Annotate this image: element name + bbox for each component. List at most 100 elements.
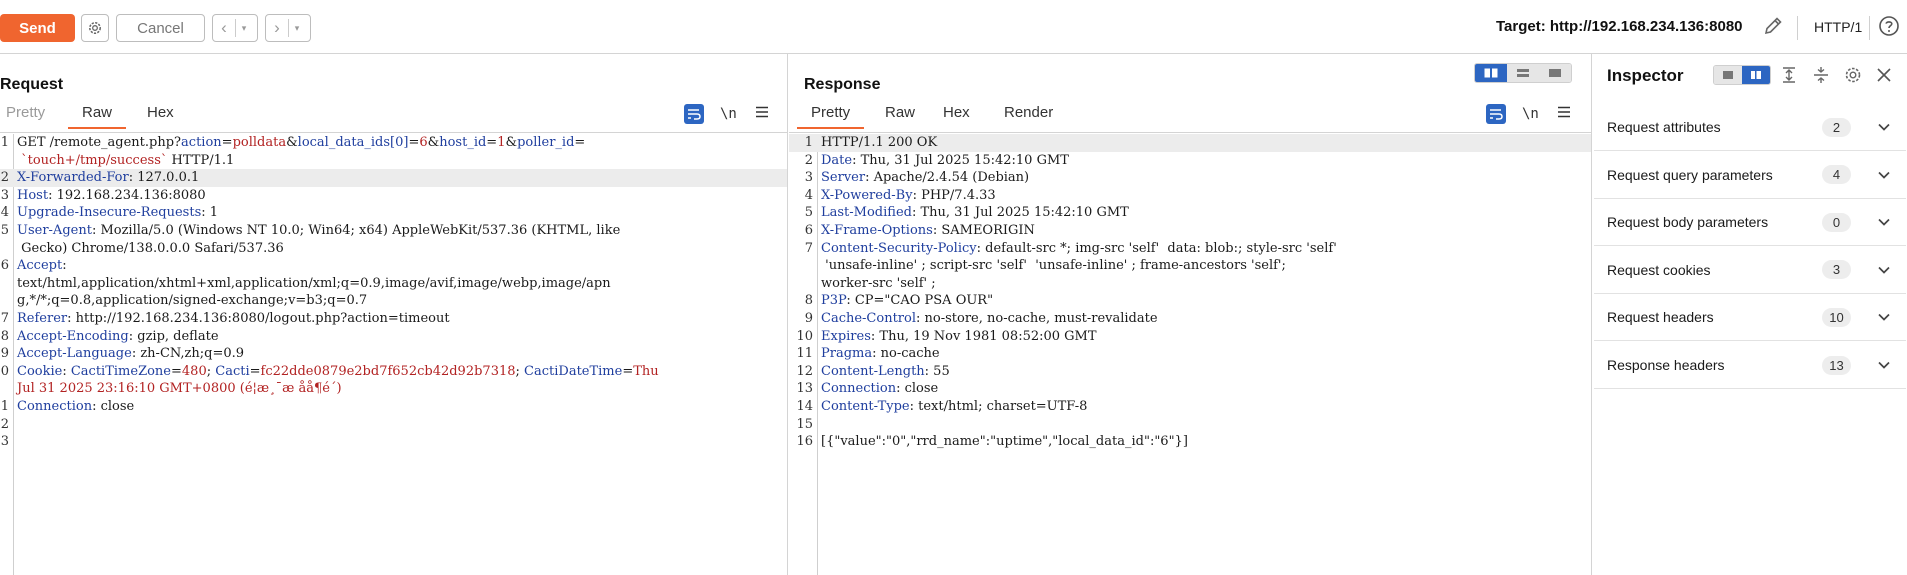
collapse-all-button[interactable] xyxy=(1811,65,1831,85)
plain-text: text/html,application/xhtml+xml,applicat… xyxy=(17,275,611,291)
chevron-down-icon[interactable] xyxy=(1877,168,1891,182)
tab-response-render[interactable]: Render xyxy=(1004,104,1053,121)
code-line[interactable]: 12 Content-Length: 55 xyxy=(789,363,1591,381)
tab-request-hex[interactable]: Hex xyxy=(147,104,174,121)
editor-menu-button[interactable] xyxy=(1557,105,1571,123)
inspector-section-row[interactable]: Response headers 13 xyxy=(1594,342,1906,389)
code-line[interactable]: Gecko) Chrome/138.0.0.0 Safari/537.36 xyxy=(0,240,787,258)
line-number: 10 xyxy=(796,328,813,344)
http-version-selector[interactable]: HTTP/1 xyxy=(1814,19,1862,35)
code-line[interactable]: 7 Content-Security-Policy: default-src *;… xyxy=(789,240,1591,258)
editor-menu-button[interactable] xyxy=(755,105,769,123)
param-value: fc22dde0879e2bd7f652cb42d92b7318 xyxy=(260,363,516,379)
code-line[interactable]: 14 Content-Type: text/html; charset=UTF-8 xyxy=(789,398,1591,416)
code-line[interactable]: 11 Pragma: no-cache xyxy=(789,345,1591,363)
line-number: 1 xyxy=(0,135,9,150)
stacked-layout-button[interactable] xyxy=(1507,64,1539,82)
code-line[interactable]: 5 Last-Modified: Thu, 31 Jul 2025 15:42:1… xyxy=(789,204,1591,222)
plain-text: : PHP/7.4.33 xyxy=(912,187,996,203)
tab-response-pretty[interactable]: Pretty xyxy=(796,104,865,129)
code-line[interactable]: 1 HTTP/1.1 200 OK xyxy=(789,134,1591,152)
tab-request-pretty[interactable]: Pretty xyxy=(6,104,45,121)
code-line[interactable]: 16 [{"value":"0","rrd_name":"uptime","loc… xyxy=(789,433,1591,451)
code-line[interactable]: 9 Cache-Control: no-store, no-cache, must… xyxy=(789,310,1591,328)
word-wrap-toggle[interactable] xyxy=(684,104,704,124)
edit-target-button[interactable] xyxy=(1762,15,1784,42)
plain-text: : 192.168.234.136:8080 xyxy=(48,187,206,203)
inspector-section-row[interactable]: Request headers 10 xyxy=(1594,294,1906,342)
code-line[interactable]: worker-src 'self' ; xyxy=(789,275,1591,293)
chevron-down-icon[interactable] xyxy=(1877,215,1891,229)
header-name: X-Powered-By xyxy=(821,187,913,203)
code-line[interactable]: 13 Connection: close xyxy=(789,380,1591,398)
code-line[interactable]: 8 P3P: CP="CAO PSA OUR" xyxy=(789,292,1591,310)
plain-text: & xyxy=(505,135,518,150)
inspector-list-view-button[interactable] xyxy=(1714,66,1742,84)
chevron-down-icon[interactable] xyxy=(1877,120,1891,134)
plain-text: 'unsafe-inline' ; script-src 'self' 'uns… xyxy=(821,258,1286,274)
side-by-side-layout-button[interactable] xyxy=(1475,64,1507,82)
code-line[interactable]: 6 Accept: xyxy=(0,257,787,275)
code-line[interactable]: 3 xyxy=(0,433,787,451)
inspector-side-view-button[interactable] xyxy=(1742,66,1770,84)
code-line[interactable]: 1 Connection: close xyxy=(0,398,787,416)
chevron-down-icon[interactable] xyxy=(1877,310,1891,324)
line-number: 6 xyxy=(0,258,9,274)
code-line[interactable]: 8 Accept-Encoding: gzip, deflate xyxy=(0,328,787,346)
code-line[interactable]: `touch+/tmp/success` HTTP/1.1 xyxy=(0,152,787,170)
chevron-down-icon[interactable] xyxy=(1877,263,1891,277)
code-line[interactable]: 2 X-Forwarded-For: 127.0.0.1 xyxy=(0,169,787,187)
code-line[interactable]: 3 Host: 192.168.234.136:8080 xyxy=(0,187,787,205)
code-line[interactable]: 7 Referer: http://192.168.234.136:8080/lo… xyxy=(0,310,787,328)
close-icon xyxy=(1877,68,1891,82)
response-editor[interactable]: 1 HTTP/1.1 200 OK 2 Date: Thu, 31 Jul 2025 … xyxy=(789,134,1591,575)
code-line[interactable]: 'unsafe-inline' ; script-src 'self' 'uns… xyxy=(789,257,1591,275)
code-text: worker-src 'self' ; xyxy=(821,275,1587,293)
help-button[interactable] xyxy=(1878,15,1900,42)
header-name: Content-Length xyxy=(821,363,925,379)
chevron-down-icon[interactable] xyxy=(1877,358,1891,372)
cancel-button[interactable]: Cancel xyxy=(116,14,205,42)
code-line[interactable]: Jul 31 2025 23:16:10 GMT+0800 (é¦æ¸¯æ åå… xyxy=(0,380,787,398)
inspector-section-row[interactable]: Request query parameters 4 xyxy=(1594,152,1906,199)
settings-button[interactable] xyxy=(81,14,109,42)
code-line[interactable]: 2 Date: Thu, 31 Jul 2025 15:42:10 GMT xyxy=(789,152,1591,170)
inspector-close-button[interactable] xyxy=(1875,66,1893,84)
back-arrow-icon[interactable]: ‹ xyxy=(213,18,235,38)
code-line[interactable]: text/html,application/xhtml+xml,applicat… xyxy=(0,275,787,293)
code-line[interactable]: 9 Accept-Language: zh-CN,zh;q=0.9 xyxy=(0,345,787,363)
plain-text: ; xyxy=(515,363,525,379)
header-name: action xyxy=(181,135,222,150)
code-line[interactable]: 5 User-Agent: Mozilla/5.0 (Windows NT 10.… xyxy=(0,222,787,240)
tab-response-raw[interactable]: Raw xyxy=(885,104,915,121)
word-wrap-toggle[interactable] xyxy=(1486,104,1506,124)
code-line[interactable]: 4 Upgrade-Insecure-Requests: 1 xyxy=(0,204,787,222)
code-line[interactable]: 6 X-Frame-Options: SAMEORIGIN xyxy=(789,222,1591,240)
hamburger-menu-icon xyxy=(1557,106,1570,118)
tab-response-hex[interactable]: Hex xyxy=(943,104,970,121)
back-dropdown-chevron-icon[interactable]: ▾ xyxy=(236,23,252,34)
code-line[interactable]: 15 xyxy=(789,416,1591,434)
tabs-layout-button[interactable] xyxy=(1539,64,1571,82)
inspector-settings-button[interactable] xyxy=(1843,65,1863,85)
send-button[interactable]: Send xyxy=(0,14,75,42)
code-line[interactable]: 4 X-Powered-By: PHP/7.4.33 xyxy=(789,187,1591,205)
request-editor[interactable]: 1 GET /remote_agent.php?action=polldata&l… xyxy=(0,134,787,575)
plain-text: : CP="CAO PSA OUR" xyxy=(846,293,994,309)
code-line[interactable]: 2 xyxy=(0,416,787,434)
tab-request-raw[interactable]: Raw xyxy=(67,104,127,129)
forward-arrow-icon[interactable]: › xyxy=(266,18,288,38)
code-line[interactable]: 10 Expires: Thu, 19 Nov 1981 08:52:00 GMT xyxy=(789,328,1591,346)
code-line[interactable]: 0 Cookie: CactiTimeZone=480; Cacti=fc22dd… xyxy=(0,363,787,381)
show-newlines-toggle[interactable]: \n xyxy=(1522,106,1539,122)
code-line[interactable]: 1 GET /remote_agent.php?action=polldata&l… xyxy=(0,134,787,152)
show-newlines-toggle[interactable]: \n xyxy=(720,106,737,122)
code-line[interactable]: g,*/*;q=0.8,application/signed-exchange;… xyxy=(0,292,787,310)
forward-dropdown-chevron-icon[interactable]: ▾ xyxy=(289,23,305,34)
expand-all-button[interactable] xyxy=(1779,65,1799,85)
line-number: 4 xyxy=(804,187,813,203)
inspector-section-row[interactable]: Request attributes 2 xyxy=(1594,104,1906,151)
inspector-section-row[interactable]: Request cookies 3 xyxy=(1594,247,1906,294)
inspector-section-row[interactable]: Request body parameters 0 xyxy=(1594,199,1906,247)
code-line[interactable]: 3 Server: Apache/2.4.54 (Debian) xyxy=(789,169,1591,187)
